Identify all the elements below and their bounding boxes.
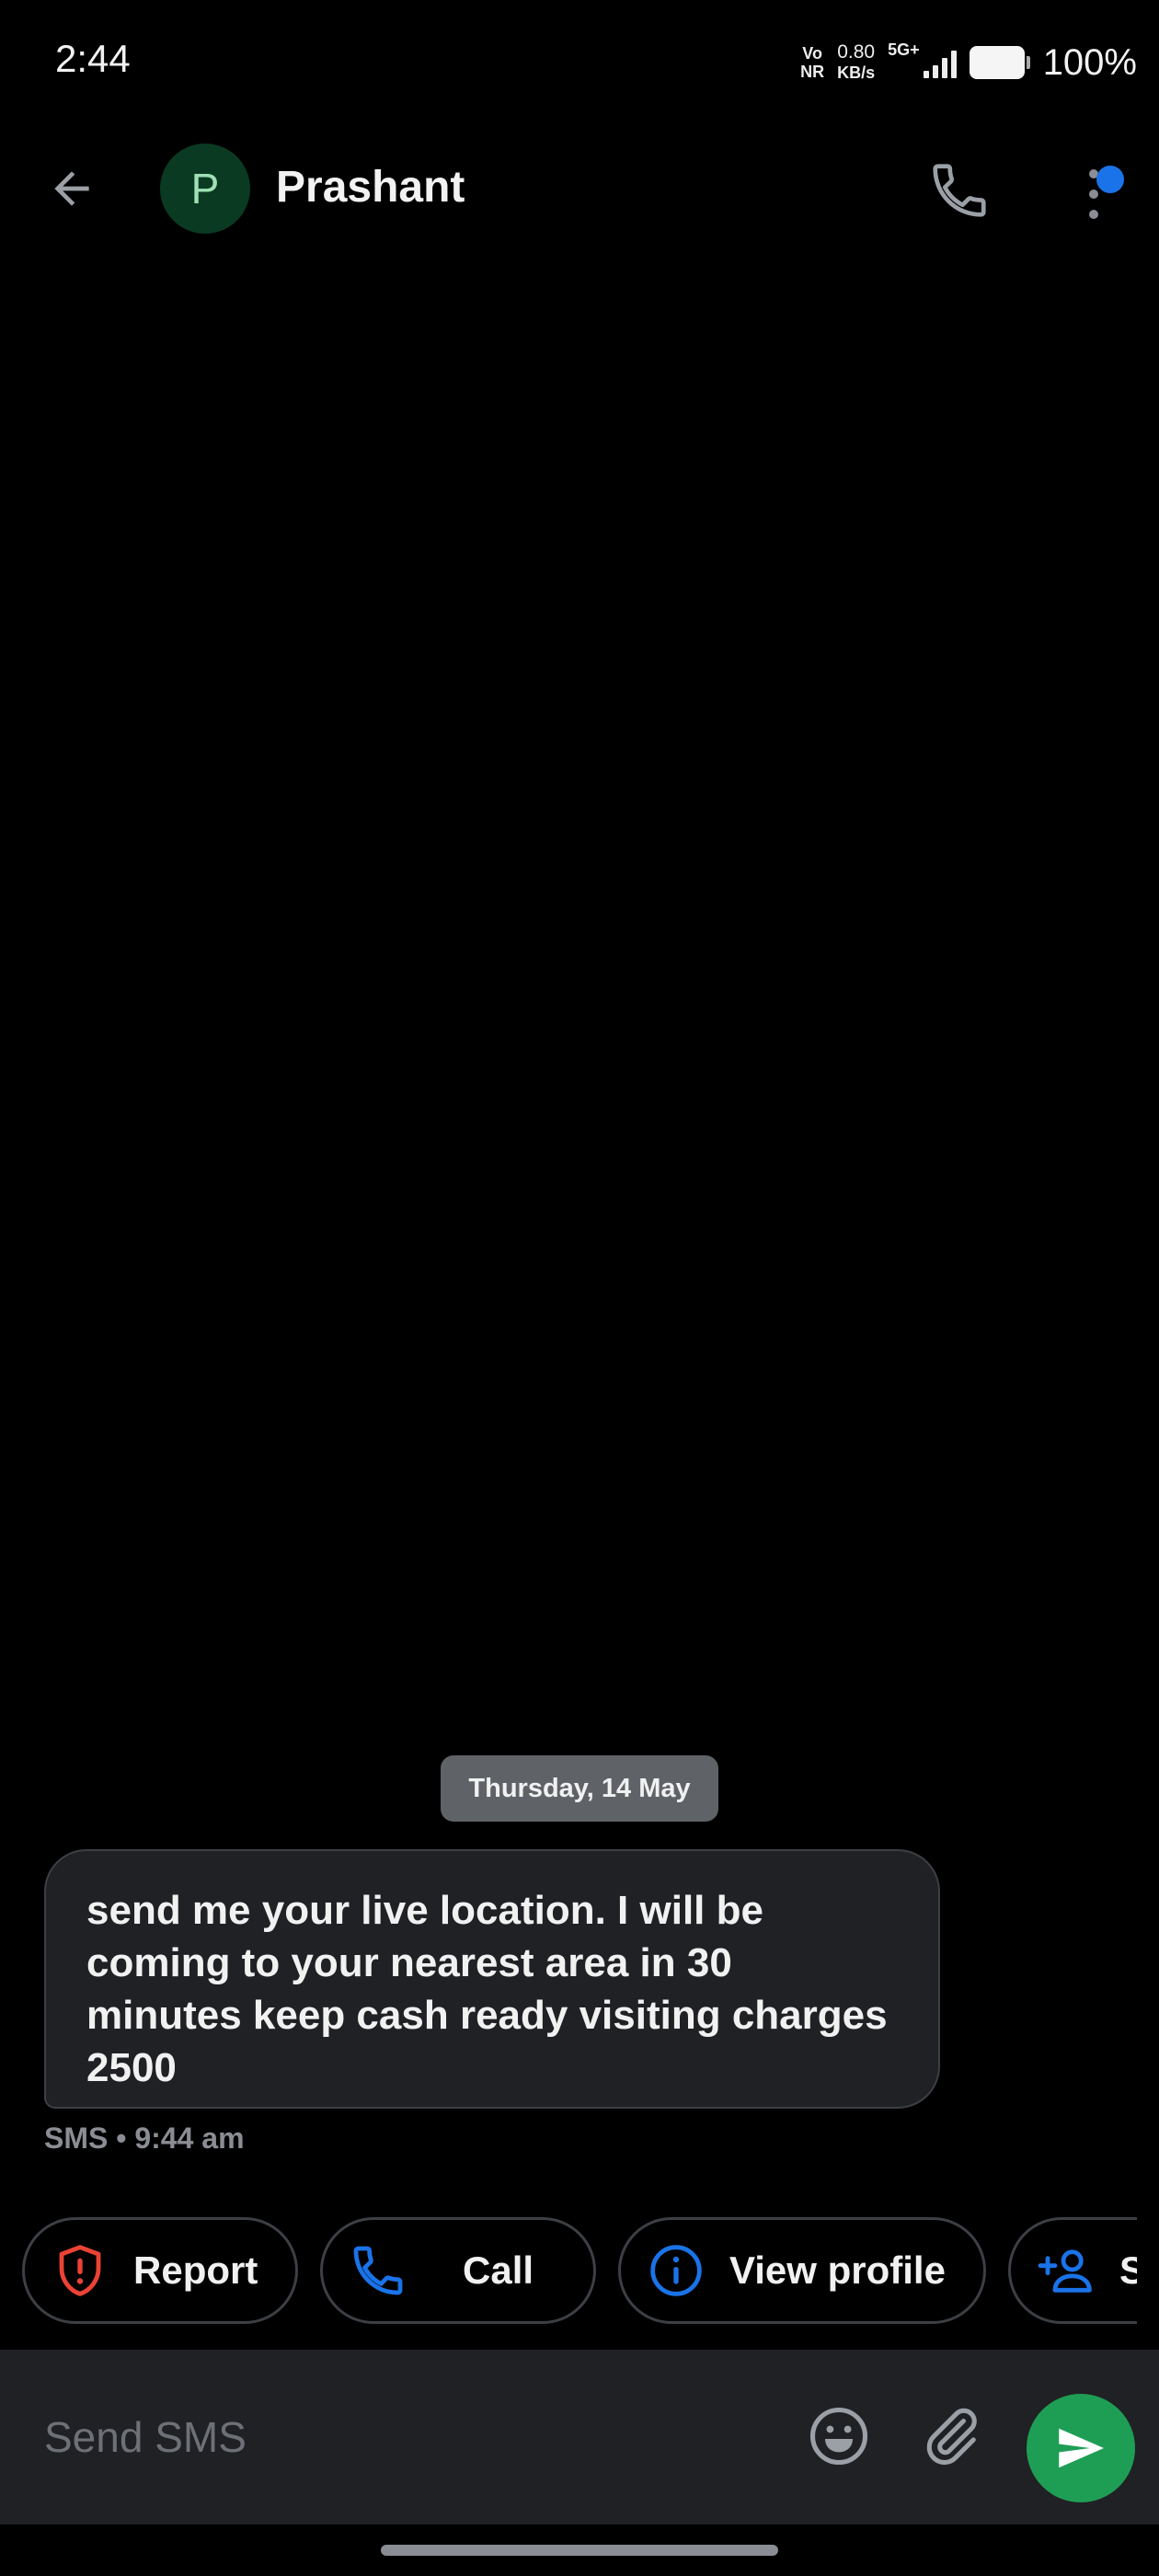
call-suggestion-button[interactable]: Call	[320, 2217, 596, 2324]
status-time: 2:44	[55, 37, 131, 80]
notification-dot	[1096, 166, 1124, 193]
battery-percent: 100%	[1042, 41, 1137, 83]
phone-icon	[933, 164, 986, 217]
shield-alert-icon	[59, 2245, 101, 2296]
battery-icon	[969, 46, 1030, 79]
paperclip-icon	[926, 2408, 977, 2466]
status-bar: 2:44 Vo NR 0.80 KB/s 5G+ 100%	[0, 0, 1159, 120]
more-options-button[interactable]	[1076, 156, 1141, 230]
report-button[interactable]: Report	[22, 2217, 298, 2324]
report-label: Report	[133, 2248, 258, 2292]
conversation-header: P Prashant	[0, 138, 1159, 239]
add-contact-label: S	[1119, 2248, 1137, 2292]
send-icon	[1059, 2428, 1104, 2468]
sms-input[interactable]	[44, 2396, 762, 2478]
message-bubble[interactable]: send me your live location. I will be co…	[44, 1849, 940, 2109]
view-profile-label: View profile	[729, 2248, 946, 2292]
volte-indicator: Vo NR	[800, 44, 825, 81]
add-person-icon	[1038, 2249, 1092, 2293]
status-icons: Vo NR 0.80 KB/s 5G+ 100%	[800, 37, 1137, 88]
emoji-button[interactable]	[806, 2403, 872, 2469]
avatar-initial: P	[190, 165, 220, 213]
suggestion-chips: Report Call View profile S	[0, 2217, 1137, 2328]
signal-icon	[923, 47, 957, 78]
network-type: 5G+	[888, 40, 920, 59]
arrow-back-icon	[54, 171, 89, 206]
message-composer	[0, 2350, 1159, 2524]
info-icon	[650, 2245, 702, 2296]
add-contact-button[interactable]: S	[1008, 2217, 1137, 2324]
phone-icon	[353, 2246, 403, 2295]
message-meta: SMS • 9:44 am	[44, 2122, 245, 2155]
call-button[interactable]	[927, 158, 992, 223]
gesture-nav-handle[interactable]	[381, 2545, 778, 2556]
attach-button[interactable]	[918, 2403, 984, 2469]
network-speed: 0.80 KB/s	[837, 41, 876, 83]
view-profile-button[interactable]: View profile	[618, 2217, 986, 2324]
avatar[interactable]: P	[160, 144, 250, 234]
back-button[interactable]	[46, 163, 98, 214]
contact-name[interactable]: Prashant	[276, 162, 465, 213]
send-button[interactable]	[1027, 2394, 1135, 2502]
call-label: Call	[463, 2248, 534, 2292]
date-divider: Thursday, 14 May	[441, 1755, 718, 1822]
emoji-icon	[809, 2407, 868, 2466]
